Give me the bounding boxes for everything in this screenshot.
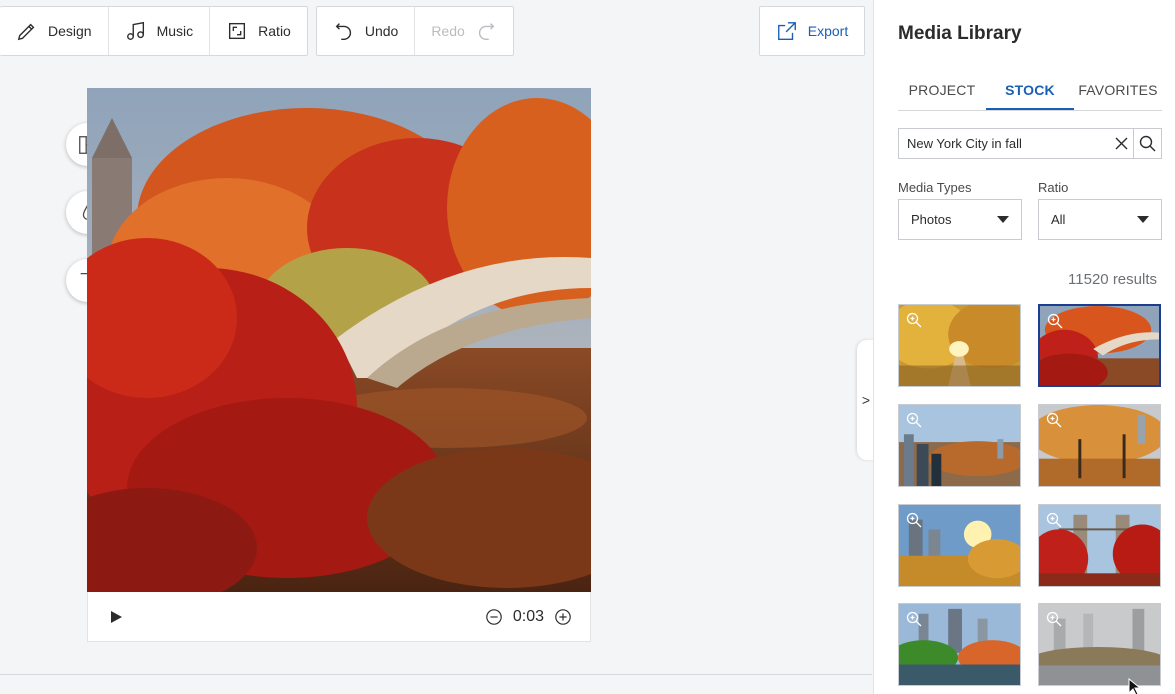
panel-title: Media Library [898,23,1022,44]
media-types-select[interactable]: Photos [898,199,1022,240]
play-icon[interactable] [106,607,126,627]
design-label: Design [48,23,92,39]
zoom-out-icon[interactable] [485,608,503,626]
undo-label: Undo [364,23,399,39]
zoom-preview-icon[interactable] [906,312,922,328]
pencil-icon [17,23,35,41]
stock-thumbnail[interactable] [898,304,1021,387]
redo-button[interactable]: Redo [414,7,512,55]
toolbar: Design Music Ratio Undo Redo [0,6,514,56]
stock-thumbnail[interactable] [898,404,1021,487]
ratio-icon [229,22,246,40]
zoom-controls: 0:03 [485,608,572,626]
zoom-preview-icon[interactable] [906,611,922,627]
tab-stock[interactable]: STOCK [986,72,1074,110]
undo-icon [335,23,351,40]
preview-image [87,88,591,592]
redo-label: Redo [431,23,465,39]
music-note-icon [126,21,144,40]
chevron-right-icon: > [861,392,871,408]
close-icon [1115,137,1127,150]
caret-down-icon [997,216,1009,223]
history-group: Undo Redo [315,6,514,56]
zoom-preview-icon[interactable] [1046,512,1062,528]
zoom-preview-icon[interactable] [1046,412,1062,428]
media-tabs: PROJECT STOCK FAVORITES [898,72,1162,111]
stock-thumbnail[interactable] [1038,404,1161,487]
search-button[interactable] [1133,129,1161,158]
ratio-select[interactable]: All [1038,199,1162,240]
results-count: 11520 results [1068,271,1157,288]
search-input[interactable] [899,129,1109,158]
playback-time: 0:03 [512,607,544,625]
tab-project[interactable]: PROJECT [898,72,986,110]
ratio-button[interactable]: Ratio [209,7,307,55]
tab-favorites[interactable]: FAVORITES [1074,72,1162,110]
zoom-in-icon[interactable] [554,608,572,626]
clear-search-button[interactable] [1109,129,1133,158]
mouse-cursor-icon [1128,678,1142,694]
zoom-preview-icon[interactable] [906,512,922,528]
caret-down-icon [1137,216,1149,223]
stock-thumbnail[interactable] [898,603,1021,686]
export-label: Export [807,23,849,39]
timeline-divider [0,674,872,675]
search-icon [1139,135,1156,152]
undo-button[interactable]: Undo [317,7,414,55]
media-preview[interactable] [87,88,591,592]
design-button[interactable]: Design [0,7,108,55]
ratio-label: Ratio [258,23,291,39]
media-types-label: Media Types [898,180,972,195]
stock-thumbnail[interactable] [898,504,1021,587]
search-box [898,128,1162,159]
export-button[interactable]: Export [759,6,865,56]
player-controls: 0:03 [87,592,591,642]
export-icon [777,22,796,40]
music-label: Music [156,23,194,39]
zoom-preview-icon[interactable] [906,412,922,428]
media-library-panel: Media Library PROJECT STOCK FAVORITES Me… [873,0,1175,694]
zoom-preview-icon[interactable] [1047,313,1063,329]
zoom-preview-icon[interactable] [1046,611,1062,627]
edit-tools-group: Design Music Ratio [0,6,308,56]
stock-thumbnail-selected[interactable] [1038,304,1161,387]
media-types-value: Photos [911,212,952,227]
redo-icon [478,23,495,40]
ratio-value: All [1051,212,1066,227]
ratio-filter-label: Ratio [1038,180,1069,195]
stock-thumbnail[interactable] [1038,504,1161,587]
music-button[interactable]: Music [107,7,210,55]
stock-thumbnail[interactable] [1038,603,1161,686]
